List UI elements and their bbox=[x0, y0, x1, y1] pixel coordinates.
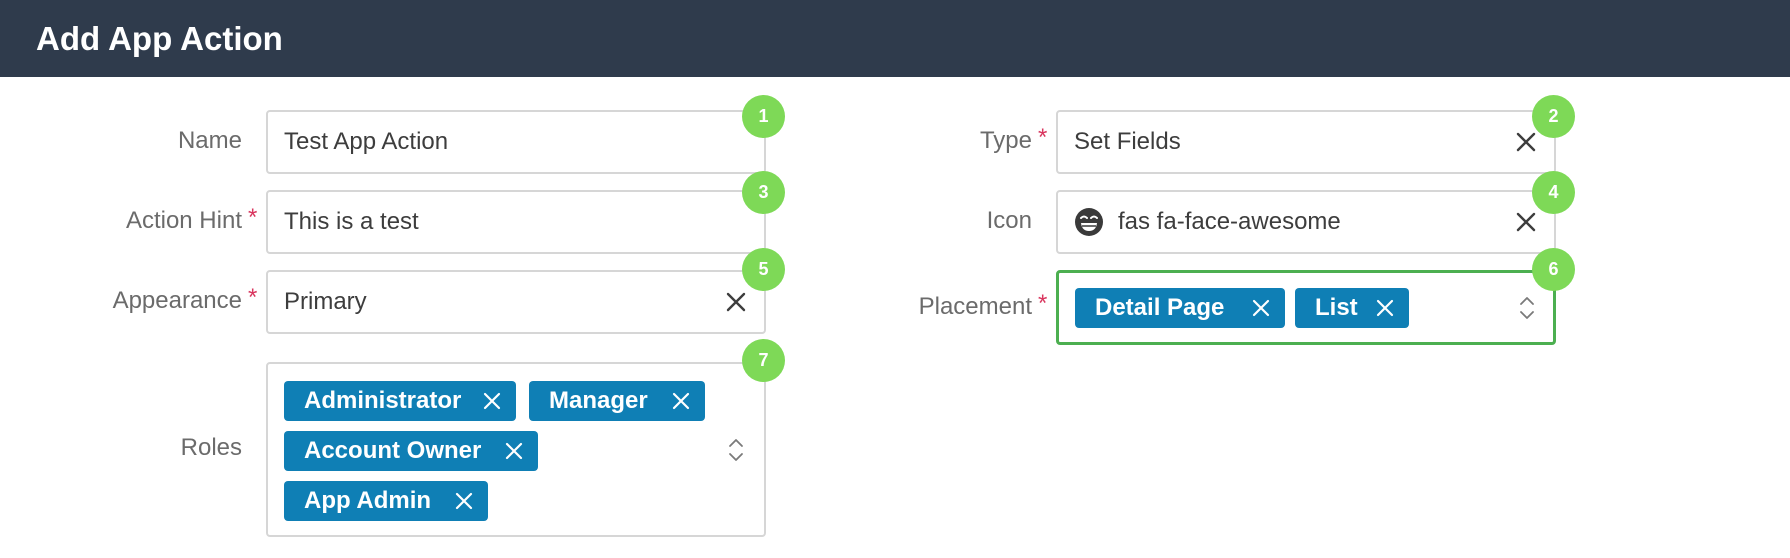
roles-tag-app-admin: App Admin bbox=[284, 481, 488, 521]
type-select[interactable]: Set Fields bbox=[1056, 110, 1556, 174]
type-clear-icon[interactable] bbox=[1514, 130, 1538, 154]
remove-tag-icon[interactable] bbox=[482, 391, 502, 411]
step-badge-4: 4 bbox=[1532, 171, 1575, 214]
step-badge-6: 6 bbox=[1532, 248, 1575, 291]
step-badge-7: 7 bbox=[742, 339, 785, 382]
step-badge-1: 1 bbox=[742, 95, 785, 138]
step-badge-3: 3 bbox=[742, 171, 785, 214]
action-hint-label: Action Hint bbox=[125, 207, 242, 234]
appearance-label: Appearance bbox=[112, 287, 242, 314]
roles-tag-label: Administrator bbox=[304, 387, 462, 414]
appearance-clear-icon[interactable] bbox=[724, 290, 748, 314]
action-hint-value: This is a test bbox=[284, 208, 419, 235]
action-hint-field[interactable]: This is a test bbox=[266, 190, 766, 254]
icon-value: fas fa-face-awesome bbox=[1118, 208, 1341, 235]
dialog-header: Add App Action bbox=[0, 0, 1790, 77]
roles-tag-label: Account Owner bbox=[304, 437, 482, 464]
step-badge-2: 2 bbox=[1532, 95, 1575, 138]
appearance-value: Primary bbox=[284, 288, 367, 315]
placement-multiselect[interactable]: Detail Page List bbox=[1056, 270, 1556, 345]
icon-clear-icon[interactable] bbox=[1514, 210, 1538, 234]
remove-tag-icon[interactable] bbox=[671, 391, 691, 411]
roles-tag-label: Manager bbox=[549, 387, 648, 414]
placement-tag-label: List bbox=[1315, 294, 1358, 321]
type-required-marker: * bbox=[1038, 124, 1048, 151]
name-value: Test App Action bbox=[284, 128, 449, 155]
icon-label: Icon bbox=[986, 207, 1032, 234]
placement-tag-detail-page: Detail Page bbox=[1075, 288, 1285, 328]
remove-tag-icon[interactable] bbox=[454, 491, 474, 511]
chevron-up-down-icon[interactable] bbox=[727, 435, 745, 465]
appearance-required-marker: * bbox=[248, 284, 258, 311]
action-hint-required-marker: * bbox=[248, 204, 258, 231]
remove-tag-icon[interactable] bbox=[1251, 298, 1271, 318]
name-field[interactable]: Test App Action bbox=[266, 110, 766, 174]
step-badge-5: 5 bbox=[742, 248, 785, 291]
remove-tag-icon[interactable] bbox=[1375, 298, 1395, 318]
face-awesome-icon bbox=[1075, 208, 1103, 236]
placement-tag-label: Detail Page bbox=[1095, 294, 1225, 321]
roles-multiselect[interactable]: Administrator Manager Account Owner App … bbox=[266, 362, 766, 537]
type-value: Set Fields bbox=[1074, 128, 1181, 155]
chevron-up-down-icon[interactable] bbox=[1518, 293, 1536, 323]
roles-tag-account-owner: Account Owner bbox=[284, 431, 538, 471]
dialog-title: Add App Action bbox=[36, 20, 283, 57]
placement-required-marker: * bbox=[1038, 290, 1048, 317]
remove-tag-icon[interactable] bbox=[504, 441, 524, 461]
placement-label: Placement bbox=[918, 293, 1032, 320]
roles-tag-administrator: Administrator bbox=[284, 381, 516, 421]
placement-tag-list: List bbox=[1295, 288, 1409, 328]
roles-tag-manager: Manager bbox=[529, 381, 705, 421]
appearance-select[interactable]: Primary bbox=[266, 270, 766, 334]
icon-select[interactable]: fas fa-face-awesome bbox=[1056, 190, 1556, 254]
name-label: Name bbox=[177, 127, 242, 154]
roles-label: Roles bbox=[180, 434, 242, 461]
type-label: Type bbox=[979, 127, 1032, 154]
roles-tag-label: App Admin bbox=[304, 487, 432, 514]
